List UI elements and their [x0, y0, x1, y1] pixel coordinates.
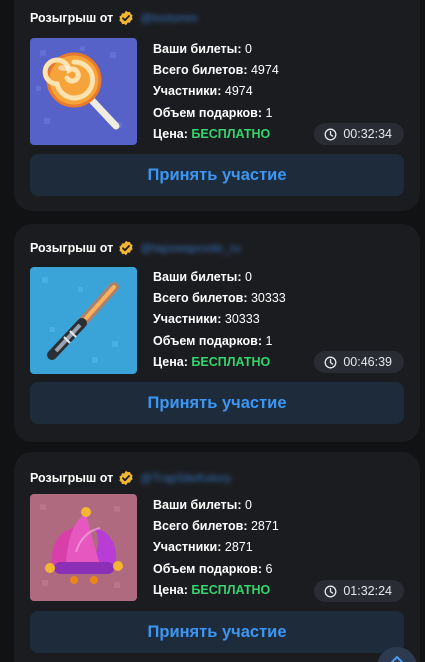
your-tickets-row: Ваши билеты: 0: [153, 498, 252, 512]
timer-value: 01:32:24: [343, 584, 392, 598]
countdown-timer: 00:46:39: [314, 351, 404, 373]
countdown-timer: 00:32:34: [314, 123, 404, 145]
giveaway-stats: Ваши билеты: 0 Всего билетов: 30333 Учас…: [153, 267, 286, 373]
gifts-count-row: Объем подарков: 1: [153, 333, 273, 348]
giveaway-stats: Ваши билеты: 0 Всего билетов: 2871 Участ…: [153, 495, 279, 601]
channel-link[interactable]: @lootsmm: [140, 11, 198, 25]
arrow-up-icon: [391, 655, 403, 662]
participants-row: Участники: 30333: [153, 312, 260, 327]
giveaway-stats: Ваши билеты: 0 Всего билетов: 4974 Участ…: [153, 39, 279, 145]
header-label: Розыгрыш от: [30, 241, 114, 255]
your-tickets-row: Ваши билеты: 0: [153, 42, 252, 56]
header-label: Розыгрыш от: [30, 11, 114, 25]
join-giveaway-button[interactable]: Принять участие: [30, 611, 404, 653]
participants-row: Участники: 2871: [153, 540, 253, 555]
total-tickets-row: Всего билетов: 2871: [153, 519, 279, 534]
giveaway-header: Розыгрыш от @TrapSiteKelory: [30, 470, 231, 486]
timer-value: 00:32:34: [343, 127, 392, 141]
clock-icon: [324, 585, 337, 597]
clock-icon: [324, 356, 337, 368]
join-giveaway-button[interactable]: Принять участие: [30, 154, 404, 196]
verified-badge-icon: [118, 240, 134, 256]
verified-badge-icon: [118, 10, 134, 26]
countdown-timer: 01:32:24: [314, 580, 404, 602]
price-row: Цена: БЕСПЛАТНО: [153, 582, 271, 597]
giveaway-header: Розыгрыш от @tapswapcode_ru: [30, 240, 241, 256]
channel-link[interactable]: @TrapSiteKelory: [140, 471, 231, 485]
timer-value: 00:46:39: [343, 355, 392, 369]
total-tickets-row: Всего билетов: 30333: [153, 291, 286, 306]
gifts-count-row: Объем подарков: 6: [153, 561, 273, 576]
header-label: Розыгрыш от: [30, 471, 114, 485]
prize-image-lollipop: [30, 38, 137, 145]
verified-badge-icon: [118, 470, 134, 486]
total-tickets-row: Всего билетов: 4974: [153, 63, 279, 78]
giveaway-card: Розыгрыш от @TrapSiteKelory Ваши билеты:…: [14, 452, 420, 662]
gifts-count-row: Объем подарков: 1: [153, 105, 273, 120]
join-giveaway-button[interactable]: Принять участие: [30, 382, 404, 424]
price-free: БЕСПЛАТНО: [191, 354, 271, 369]
giveaway-header: Розыгрыш от @lootsmm: [30, 10, 198, 26]
price-row: Цена: БЕСПЛАТНО: [153, 354, 271, 369]
prize-image-jester-hat: [30, 494, 137, 601]
your-tickets-row: Ваши билеты: 0: [153, 270, 252, 284]
giveaway-card: Розыгрыш от @lootsmm Ваши билеты: 0 Всег…: [14, 0, 420, 211]
price-free: БЕСПЛАТНО: [191, 582, 271, 597]
price-row: Цена: БЕСПЛАТНО: [153, 126, 271, 141]
giveaway-card: Розыгрыш от @tapswapcode_ru Ваши билеты:…: [14, 224, 420, 442]
channel-link[interactable]: @tapswapcode_ru: [140, 241, 240, 255]
participants-row: Участники: 4974: [153, 84, 253, 99]
prize-image-lightsaber: [30, 267, 137, 374]
price-free: БЕСПЛАТНО: [191, 126, 271, 141]
clock-icon: [324, 128, 337, 140]
